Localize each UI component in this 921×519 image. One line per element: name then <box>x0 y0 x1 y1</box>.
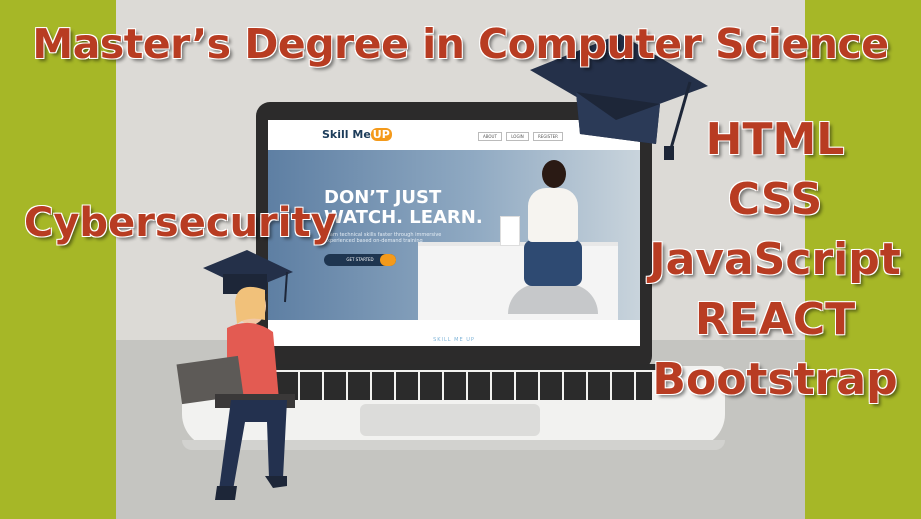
chair <box>508 284 598 314</box>
person-head <box>542 160 566 188</box>
skills-list: HTML CSS JavaScript REACT Bootstrap <box>640 110 910 410</box>
skill-bootstrap: Bootstrap <box>652 354 898 405</box>
skill-css: CSS <box>727 174 823 225</box>
student-illustration <box>176 250 295 500</box>
cybersecurity-label: Cybersecurity <box>24 200 337 246</box>
person-body <box>528 188 578 242</box>
desktop-monitor <box>500 216 520 246</box>
screen-footer: SKILL ME UP <box>268 320 640 346</box>
hero-subtitle: Learn technical skills faster through im… <box>324 232 442 244</box>
keyboard <box>252 372 652 400</box>
trackpad <box>360 404 540 436</box>
person-legs <box>524 240 582 286</box>
get-started-button: GET STARTED <box>324 254 396 266</box>
skill-javascript: JavaScript <box>649 234 901 285</box>
screen-nav-item: ABOUT <box>478 132 502 141</box>
page-title: Master’s Degree in Computer Science <box>32 20 889 68</box>
left-green-panel <box>0 0 116 519</box>
screen-logo: Skill Me UP <box>322 128 392 141</box>
keyboard-top-row <box>248 364 656 370</box>
skill-html: HTML <box>705 114 845 165</box>
skill-react: REACT <box>694 294 856 345</box>
hero-title: DON’T JUST WATCH. LEARN. <box>324 187 483 228</box>
